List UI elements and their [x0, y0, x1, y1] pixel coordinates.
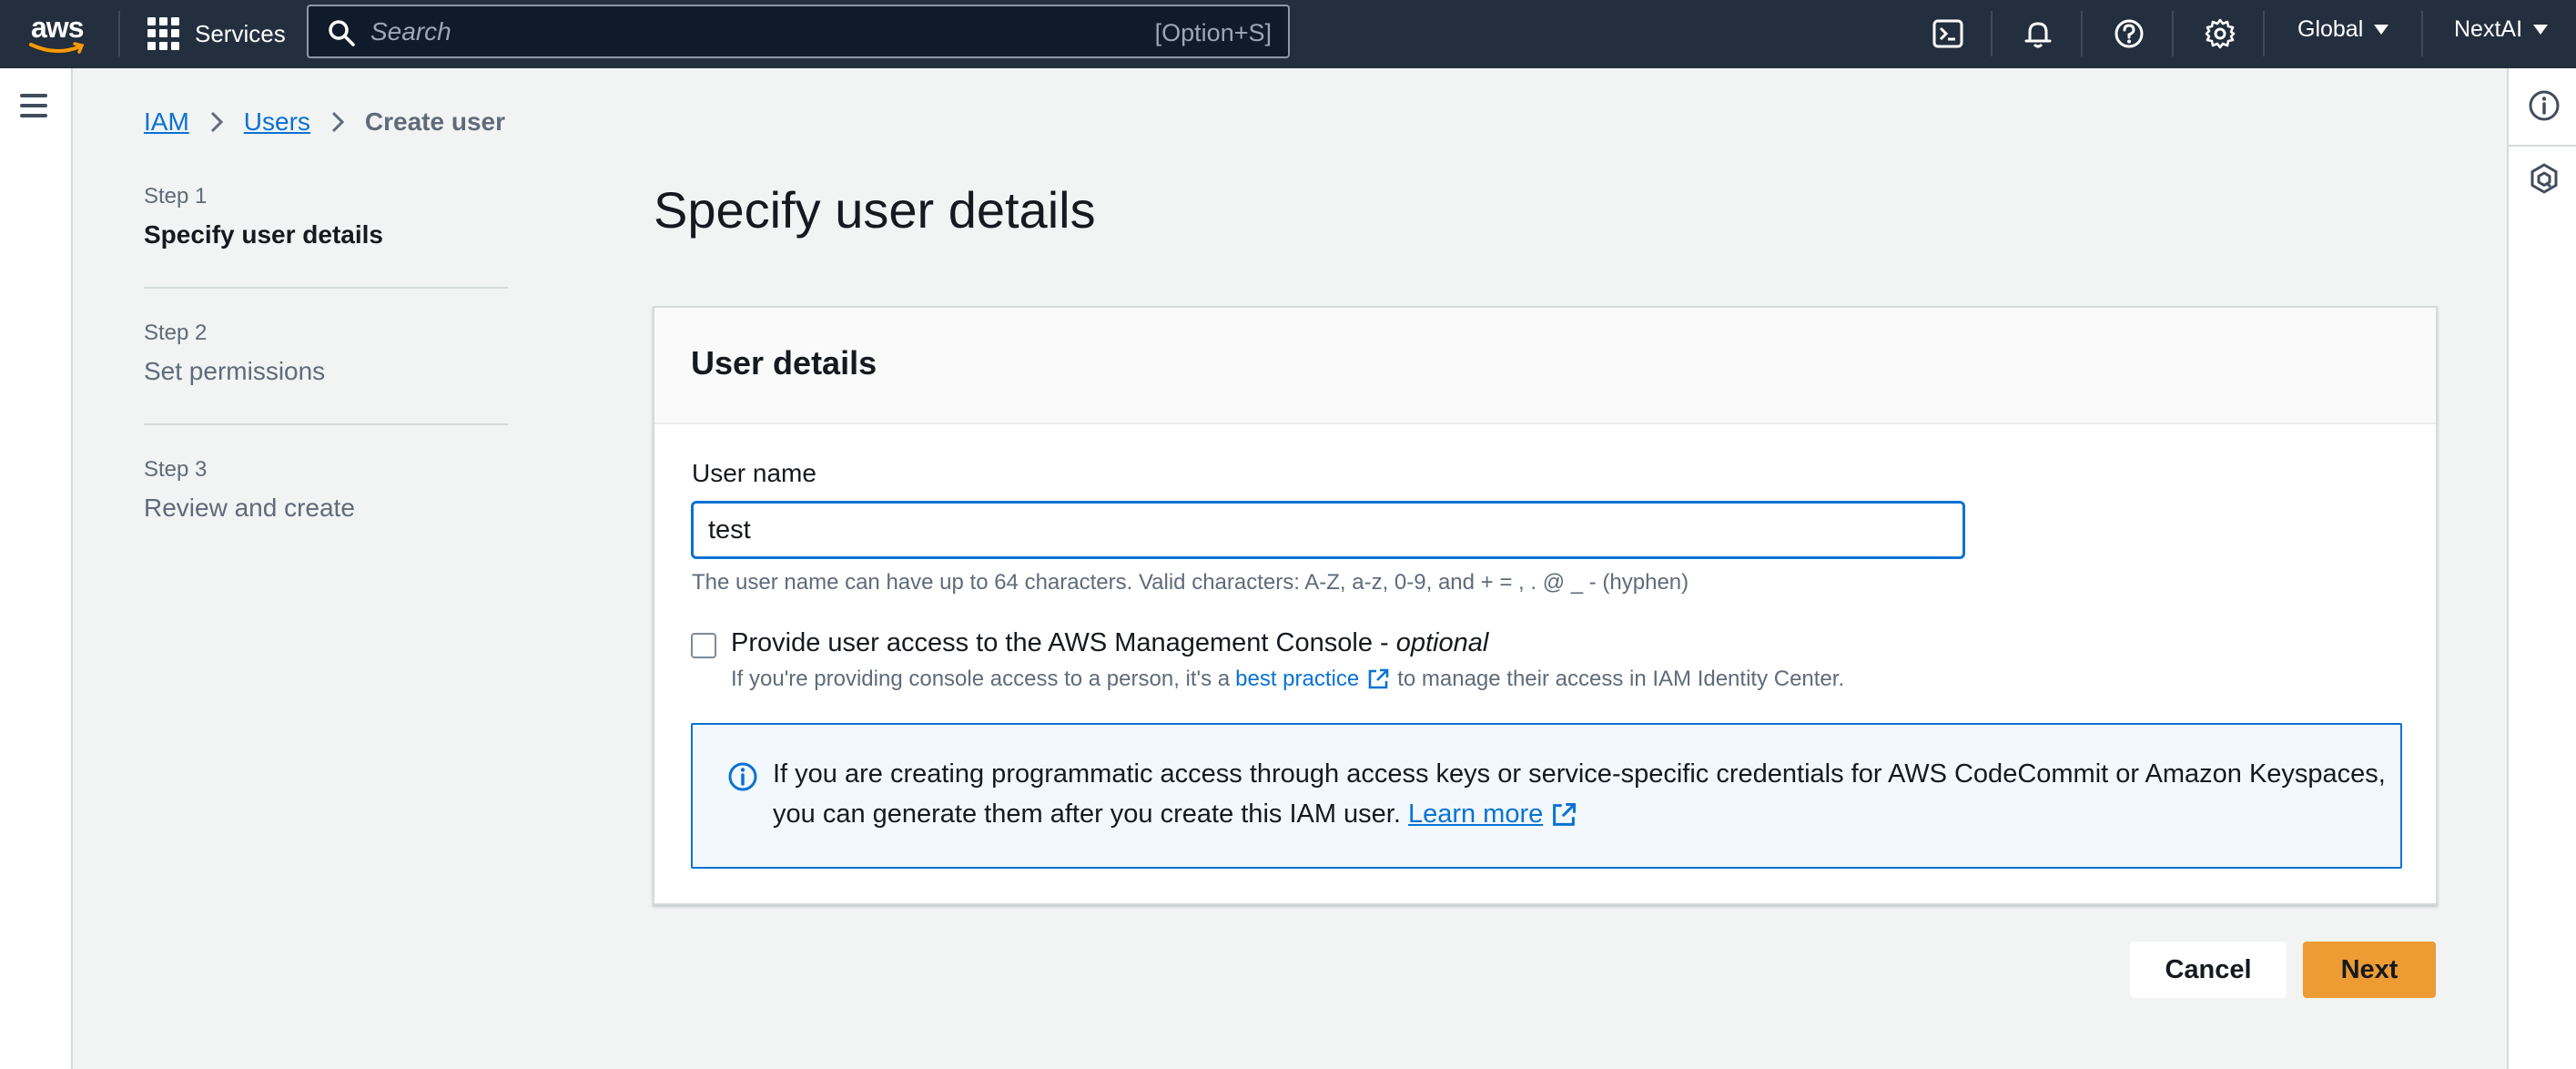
right-side-rail [2507, 68, 2576, 1069]
info-alert: If you are creating programmatic access … [691, 723, 2402, 869]
region-selector[interactable]: Global [2297, 16, 2389, 43]
cloudshell-icon [1932, 19, 1963, 48]
best-practice-link-text: best practice [1235, 667, 1360, 691]
caret-down-icon [2533, 25, 2549, 35]
account-label: NextAI [2454, 16, 2523, 42]
help-button[interactable] [2108, 13, 2150, 55]
learn-more-link-text: Learn more [1407, 799, 1544, 829]
info-icon [728, 762, 757, 791]
breadcrumb-link-users[interactable]: Users [244, 107, 310, 137]
search-input[interactable] [370, 14, 1080, 50]
console-desc-text: If you're providing console access to a … [731, 667, 1231, 691]
step-number: Step 3 [144, 457, 208, 482]
services-menu-button[interactable]: Services [147, 13, 286, 55]
step-title[interactable]: Set permissions [144, 357, 325, 386]
learn-more-link[interactable]: Learn more [1408, 799, 1585, 830]
console-access-checkbox[interactable] [691, 633, 716, 658]
step-title[interactable]: Review and create [144, 494, 355, 523]
settings-icon [2205, 18, 2236, 49]
console-desc-text-after: to manage their access in IAM Identity C… [1397, 667, 1845, 691]
info-panel-icon[interactable] [2527, 88, 2561, 123]
username-constraint-text: The user name can have up to 64 characte… [692, 570, 1689, 595]
external-link-icon [1553, 802, 1577, 826]
step-divider [144, 423, 508, 425]
settings-button[interactable] [2199, 13, 2241, 55]
region-label: Global [2297, 16, 2364, 42]
left-side-rail [0, 68, 73, 1069]
breadcrumb: IAM Users Create user [144, 107, 505, 137]
account-menu[interactable]: NextAI [2454, 16, 2549, 43]
user-details-panel: User details User name The user name can… [653, 306, 2438, 905]
username-label: User name [692, 459, 816, 487]
search-shortcut-hint: [Option+S] [1154, 19, 1272, 46]
wizard-steps-nav: Step 1 Specify user details Step 2 Set p… [144, 180, 508, 522]
step-title[interactable]: Specify user details [144, 220, 383, 249]
step-number: Step 2 [144, 321, 208, 345]
info-alert-text: you can generate them after you create t… [773, 799, 1401, 829]
next-button[interactable]: Next [2303, 942, 2436, 998]
notifications-icon [2024, 22, 2052, 48]
panel-title: User details [691, 344, 877, 382]
q-assistant-icon[interactable] [2527, 161, 2561, 196]
wizard-step-3: Step 3 Review and create [144, 453, 508, 590]
chevron-right-icon [210, 111, 223, 133]
global-search[interactable]: [Option+S] [307, 5, 1290, 58]
menu-toggle-icon[interactable] [20, 94, 51, 121]
optional-label: optional [1395, 628, 1489, 657]
console-access-label[interactable]: Provide user access to the AWS Managemen… [731, 628, 1488, 658]
step-divider [144, 287, 508, 289]
info-alert-text-line2: you can generate them after you create t… [773, 799, 1585, 830]
external-link-icon [1368, 668, 1389, 689]
panel-header: User details [654, 308, 2436, 424]
console-access-description: If you're providing console access to a … [731, 667, 1844, 692]
chevron-right-icon [331, 111, 345, 133]
aws-smile-icon [29, 42, 85, 54]
services-label: Services [195, 19, 286, 47]
aws-logo[interactable]: aws [25, 7, 95, 58]
services-grid-icon [147, 17, 180, 50]
top-navigation: aws Services [Option+S] [0, 0, 2576, 68]
search-icon [329, 20, 355, 46]
notifications-button[interactable] [2017, 13, 2059, 55]
console-access-label-text: Provide user access to the AWS Managemen… [731, 628, 1396, 657]
best-practice-link[interactable]: best practice [1235, 667, 1397, 692]
cancel-button[interactable]: Cancel [2130, 942, 2287, 998]
wizard-step-2: Step 2 Set permissions [144, 317, 508, 453]
caret-down-icon [2374, 25, 2389, 35]
breadcrumb-link-iam[interactable]: IAM [144, 107, 189, 137]
breadcrumb-current: Create user [364, 107, 505, 136]
info-alert-text-line1: If you are creating programmatic access … [773, 759, 2386, 789]
help-icon [2115, 19, 2144, 48]
page-title: Specify user details [654, 181, 1096, 239]
wizard-step-1: Step 1 Specify user details [144, 180, 508, 317]
nav-divider [118, 11, 120, 56]
aws-logo-text: aws [31, 11, 84, 44]
step-number: Step 1 [144, 184, 208, 209]
username-input[interactable] [691, 501, 1965, 559]
cloudshell-button[interactable] [1927, 13, 1969, 55]
